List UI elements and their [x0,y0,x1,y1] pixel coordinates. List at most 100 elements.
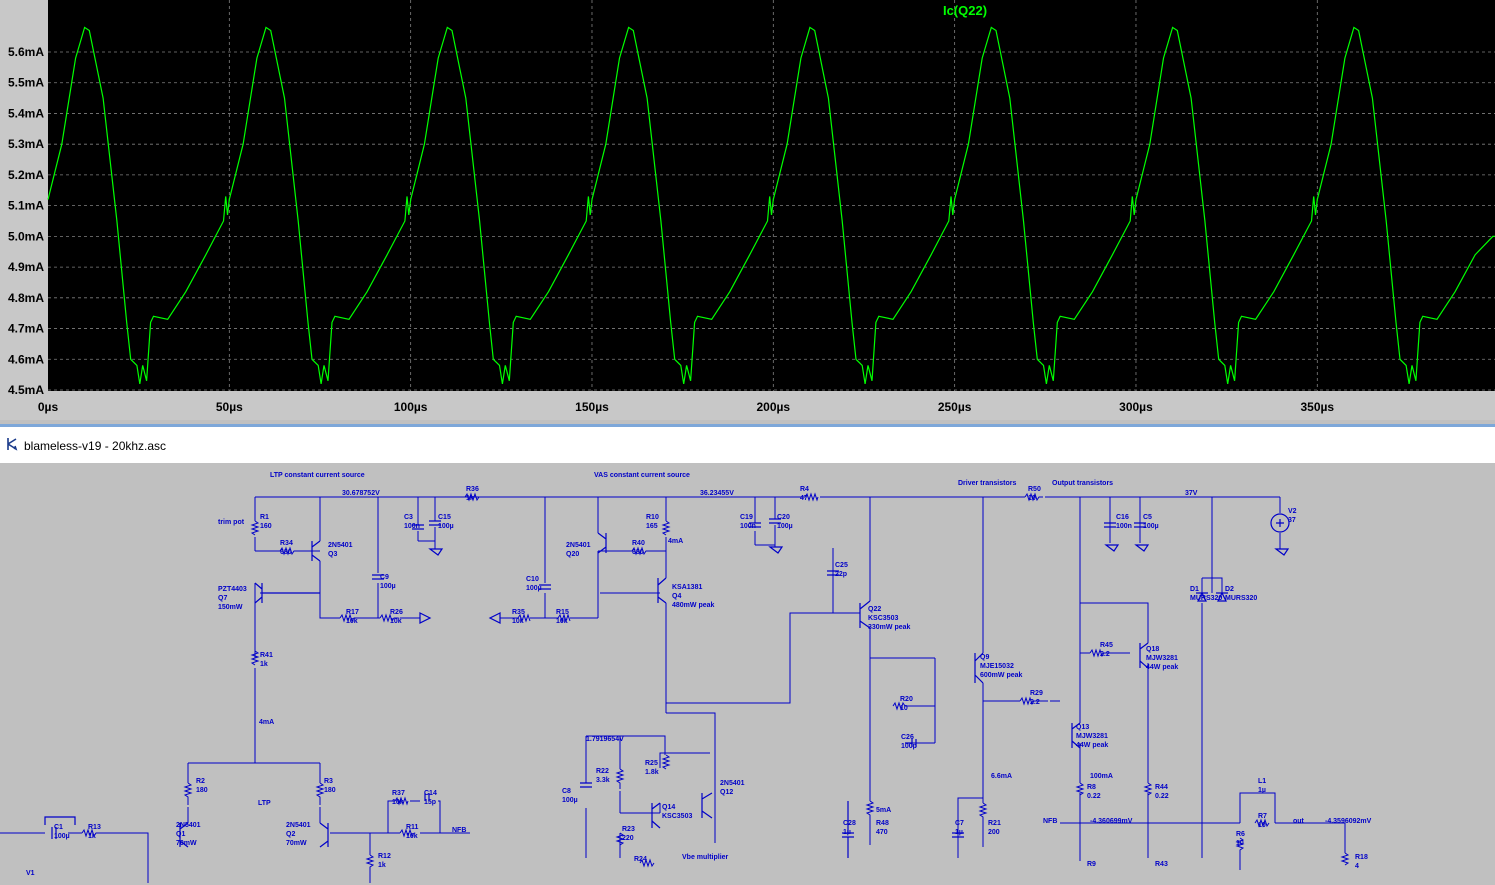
part-label-q2: 70mW [286,840,307,847]
part-label-q3: Q3 [328,551,337,558]
x-tick-label: 0µs [38,400,59,414]
sources-and-diodes [419,513,1290,624]
part-label-c9: C9 [380,574,389,581]
label-vbe: Vbe multiplier [682,854,729,861]
part-label-q18: MJW3281 [1146,655,1178,662]
part-label-r41: R41 [260,652,273,659]
part-label-r6: 10 [1236,840,1244,847]
part-label-q14: KSC3503 [662,813,692,820]
label-nfb2: NFB [1043,818,1057,825]
label-i5ma: 5mA [876,807,891,814]
part-label-r17: R17 [346,609,359,616]
label-output: Output transistors [1052,480,1113,487]
part-label-r37: 10k [392,799,404,806]
part-label-r45: 2.2 [1100,651,1110,658]
part-label-c1: C1 [54,824,63,831]
part-label-r24: R24 [634,856,647,863]
part-label-r36: R36 [466,486,479,493]
part-label-q2: 2N5401 [286,822,311,829]
y-tick-label: 5.6mA [8,45,44,59]
part-label-c20: C20 [777,514,790,521]
part-label-r50: 10 [1028,495,1036,502]
part-label-q4: KSA1381 [672,584,702,591]
plot-area[interactable] [48,0,1495,391]
label-v37: 37V [1185,490,1198,497]
part-label-r21: R21 [988,820,1001,827]
part-label-r3: 180 [324,787,336,794]
part-label-r2: 180 [196,787,208,794]
part-label-r12: 1k [378,862,386,869]
x-tick-label: 350µs [1300,400,1334,414]
label-v436: -4.360699mV [1090,818,1133,825]
part-label-r43: R43 [1155,861,1168,868]
part-label-r17: 10k [346,618,358,625]
schematic-titlebar[interactable]: blameless-v19 - 20khz.asc [0,427,1495,463]
label-vas-ccs: VAS constant current source [594,472,690,479]
y-axis-ticks: 5.6mA 5.5mA 5.4mA 5.3mA 5.2mA 5.1mA 5.0mA 4.9mA… [8,45,44,397]
y-tick-label: 5.5mA [8,76,44,90]
part-label-q9: 600mW peak [980,672,1023,679]
part-label-c14: C14 [424,790,437,797]
part-label-d2: MURS320 [1225,595,1257,602]
part-label-r26: 10k [390,618,402,625]
part-label-c3: 100n [404,523,420,530]
y-tick-label: 5.1mA [8,199,44,213]
part-label-q13: Q13 [1076,724,1089,731]
part-label-r40: R40 [632,540,645,547]
schematic-window[interactable]: blameless-v19 - 20khz.asc LTP constant c… [0,424,1495,885]
y-tick-label: 5.3mA [8,137,44,151]
part-label-r4: R4 [800,486,809,493]
transistor-symbols [179,532,1149,848]
part-label-r8: 0.22 [1087,793,1101,800]
y-tick-label: 5.2mA [8,168,44,182]
part-label-c15: C15 [438,514,451,521]
label-nfb1: NFB [452,827,466,834]
part-label-q22: KSC3503 [868,615,898,622]
part-label-r22: 3.3k [596,777,610,784]
part-label-q7: 150mW [218,604,243,611]
part-label-r44: R44 [1155,784,1168,791]
part-label-r20: R20 [900,696,913,703]
part-label-q9: MJE15032 [980,663,1014,670]
part-label-c28: 1µ [843,829,851,836]
part-label-d1: MURS320 [1190,595,1222,602]
y-tick-label: 5.0mA [8,229,44,243]
label-i4ma-a: 4mA [259,719,274,726]
part-label-c26: 100p [901,743,917,750]
part-label-r34: R34 [280,540,293,547]
part-label-r11: R11 [406,824,419,831]
part-label-l1: L1 [1258,778,1266,785]
part-label-c10: 100µ [526,585,542,592]
part-label-r6: R6 [1236,831,1245,838]
part-label-r40: 680 [632,549,644,556]
label-ltp-ccs: LTP constant current source [270,472,365,479]
part-label-c28: C28 [843,820,856,827]
y-tick-label: 5.4mA [8,106,44,120]
waveform-plot[interactable]: 5.6mA 5.5mA 5.4mA 5.3mA 5.2mA 5.1mA 5.0mA 4.9mA… [0,0,1495,420]
part-label-c5: C5 [1143,514,1152,521]
waveform-plot-window[interactable]: 5.6mA 5.5mA 5.4mA 5.3mA 5.2mA 5.1mA 5.0mA 4.9mA… [0,0,1495,420]
part-label-r41: 1k [260,661,268,668]
x-tick-label: 200µs [757,400,791,414]
part-label-c7: 1µ [955,829,963,836]
part-label-c19: 100n [740,523,756,530]
part-label-r22: R22 [596,768,609,775]
part-label-c7: C7 [955,820,964,827]
part-label-r18: 4 [1355,863,1359,870]
part-label-r25: R25 [645,760,658,767]
part-label-r45: R45 [1100,642,1113,649]
part-label-q1: 2N5401 [176,822,201,829]
part-label-r2: R2 [196,778,205,785]
part-label-r9: R9 [1087,861,1096,868]
schematic-canvas[interactable]: LTP constant current source VAS constant… [0,463,1495,885]
y-tick-label: 4.9mA [8,260,44,274]
x-tick-label: 250µs [938,400,972,414]
part-label-r29: R29 [1030,690,1043,697]
part-label-q12: Q12 [720,789,733,796]
part-label-r37: R37 [392,790,405,797]
part-label-q18: Q18 [1146,646,1159,653]
y-tick-label: 4.5mA [8,383,44,397]
part-label-c15: 100µ [438,523,454,530]
trace-name-label[interactable]: Ic(Q22) [943,3,987,18]
label-i66ma: 6.6mA [991,773,1012,780]
